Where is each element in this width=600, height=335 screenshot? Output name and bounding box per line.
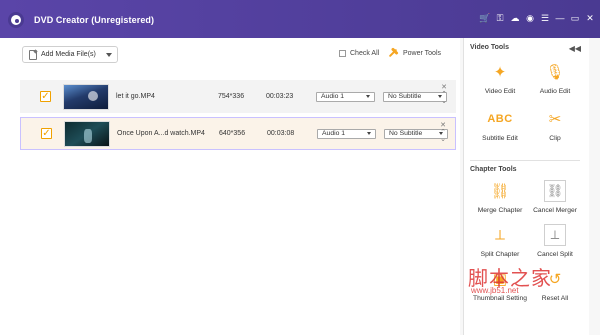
menu-icon[interactable]: ☰ bbox=[540, 13, 550, 23]
subtitle-edit-button[interactable]: ABC Subtitle Edit bbox=[470, 108, 530, 142]
chevron-down-icon[interactable] bbox=[106, 52, 112, 57]
audio-edit-button[interactable]: 🎙 Audio Edit bbox=[525, 61, 585, 95]
subtitle-edit-label: Subtitle Edit bbox=[482, 135, 518, 142]
clip-button[interactable]: ✂ Clip bbox=[525, 108, 585, 142]
section-divider bbox=[470, 160, 580, 161]
key-icon[interactable]: ⚿ bbox=[495, 13, 505, 23]
close-icon[interactable]: ✕ bbox=[585, 13, 595, 23]
check-all-checkbox[interactable] bbox=[339, 50, 346, 57]
power-tools-label: Power Tools bbox=[403, 49, 442, 57]
thumbnail-setting-button[interactable]: ▣ Thumbnail Setting bbox=[470, 268, 530, 302]
magic-wand-icon: ✦ bbox=[493, 64, 507, 81]
file-row[interactable]: ✓ let it go.MP4 754*336 00:03:23 Audio 1… bbox=[20, 80, 456, 113]
file-checkbox[interactable]: ✓ bbox=[41, 128, 52, 139]
file-checkbox[interactable]: ✓ bbox=[40, 91, 51, 102]
move-up-icon[interactable]: ⌃ bbox=[439, 129, 447, 136]
file-row[interactable]: ✓ Once Upon A...d watch.MP4 640*356 00:0… bbox=[20, 117, 456, 150]
file-resolution: 640*356 bbox=[219, 130, 246, 137]
app-logo-icon bbox=[8, 12, 24, 28]
reset-icon: ↺ bbox=[548, 271, 562, 288]
titlebar: DVD Creator (Unregistered) 🛒 ⚿ ☁ ◉ ☰ — ▭… bbox=[0, 0, 600, 38]
audio-value: Audio 1 bbox=[321, 93, 345, 100]
subtitle-value: No Subtitle bbox=[388, 93, 422, 100]
thumbnail-icon: ▣ bbox=[492, 271, 508, 288]
cancel-split-label: Cancel Split bbox=[537, 251, 573, 258]
collapse-sidebar-icon[interactable]: ◀◀ bbox=[569, 44, 581, 53]
dvd-creator-window: DVD Creator (Unregistered) 🛒 ⚿ ☁ ◉ ☰ — ▭… bbox=[0, 0, 600, 335]
user-icon[interactable]: ◉ bbox=[525, 13, 535, 23]
cancel-split-button[interactable]: ⟂ Cancel Split bbox=[525, 224, 585, 258]
chapter-tools-title: Chapter Tools bbox=[470, 166, 517, 173]
window-title: DVD Creator (Unregistered) bbox=[34, 15, 155, 25]
row-controls: ✕ ⌃ ⌄ bbox=[439, 122, 447, 147]
add-media-label: Add Media File(s) bbox=[41, 51, 96, 58]
file-resolution: 754*336 bbox=[218, 93, 245, 100]
scissors-icon: ✂ bbox=[548, 111, 562, 128]
clip-label: Clip bbox=[549, 135, 561, 142]
subtitle-select[interactable]: No Subtitle bbox=[383, 91, 447, 102]
cancel-merger-label: Cancel Merger bbox=[533, 207, 577, 214]
wrench-icon bbox=[386, 46, 400, 60]
restore-icon[interactable]: ▭ bbox=[570, 13, 580, 23]
minimize-icon[interactable]: — bbox=[555, 13, 565, 23]
thumbnail-setting-label: Thumbnail Setting bbox=[473, 295, 527, 302]
cancel-merge-icon: ⛓ bbox=[544, 180, 566, 202]
audio-select[interactable]: Audio 1 bbox=[317, 128, 376, 139]
video-thumbnail[interactable] bbox=[64, 120, 110, 147]
remove-icon[interactable]: ✕ bbox=[439, 122, 447, 129]
split-chapter-label: Split Chapter bbox=[480, 251, 520, 258]
document-icon bbox=[29, 49, 37, 60]
power-tools-button[interactable]: Power Tools bbox=[388, 48, 441, 58]
split-icon: ⟂ bbox=[494, 226, 505, 244]
video-tools-title: Video Tools bbox=[470, 44, 510, 51]
audio-edit-label: Audio Edit bbox=[539, 88, 571, 95]
video-thumbnail[interactable] bbox=[63, 83, 109, 110]
merge-chapter-label: Merge Chapter bbox=[477, 207, 523, 214]
audio-select[interactable]: Audio 1 bbox=[316, 91, 375, 102]
reset-all-button[interactable]: ↺ Reset All bbox=[525, 268, 585, 302]
chevron-down-icon bbox=[367, 132, 371, 135]
cancel-split-icon: ⟂ bbox=[544, 224, 566, 246]
video-edit-label: Video Edit bbox=[484, 88, 516, 95]
chevron-down-icon bbox=[366, 95, 370, 98]
reset-all-label: Reset All bbox=[541, 295, 569, 302]
microphone-icon: 🎙 bbox=[545, 64, 565, 81]
merge-icon: ⛓ bbox=[490, 183, 510, 200]
check-all[interactable]: Check All bbox=[339, 50, 379, 57]
move-down-icon[interactable]: ⌄ bbox=[440, 98, 448, 105]
merge-chapter-button[interactable]: ⛓ Merge Chapter bbox=[470, 180, 530, 214]
file-duration: 00:03:23 bbox=[266, 93, 294, 100]
add-media-button[interactable]: Add Media File(s) bbox=[22, 46, 118, 63]
cancel-merger-button[interactable]: ⛓ Cancel Merger bbox=[525, 180, 585, 214]
subtitle-value: No Subtitle bbox=[389, 130, 423, 137]
cloud-icon[interactable]: ☁ bbox=[510, 13, 520, 23]
cart-icon[interactable]: 🛒 bbox=[479, 13, 490, 23]
move-down-icon[interactable]: ⌄ bbox=[439, 136, 447, 143]
audio-value: Audio 1 bbox=[322, 130, 346, 137]
subtitle-icon-text: ABC bbox=[487, 113, 513, 125]
remove-icon[interactable]: ✕ bbox=[440, 84, 448, 91]
file-name: let it go.MP4 bbox=[116, 93, 155, 100]
row-controls: ✕ ⌃ ⌄ bbox=[440, 84, 448, 109]
file-duration: 00:03:08 bbox=[267, 130, 295, 137]
subtitle-icon: ABC bbox=[487, 108, 513, 130]
split-chapter-button[interactable]: ⟂ Split Chapter bbox=[470, 224, 530, 259]
video-edit-button[interactable]: ✦ Video Edit bbox=[470, 61, 530, 95]
move-up-icon[interactable]: ⌃ bbox=[440, 91, 448, 98]
file-name: Once Upon A...d watch.MP4 bbox=[117, 130, 205, 137]
window-controls: 🛒 ⚿ ☁ ◉ ☰ — ▭ ✕ bbox=[479, 13, 595, 23]
check-all-label: Check All bbox=[350, 50, 380, 57]
